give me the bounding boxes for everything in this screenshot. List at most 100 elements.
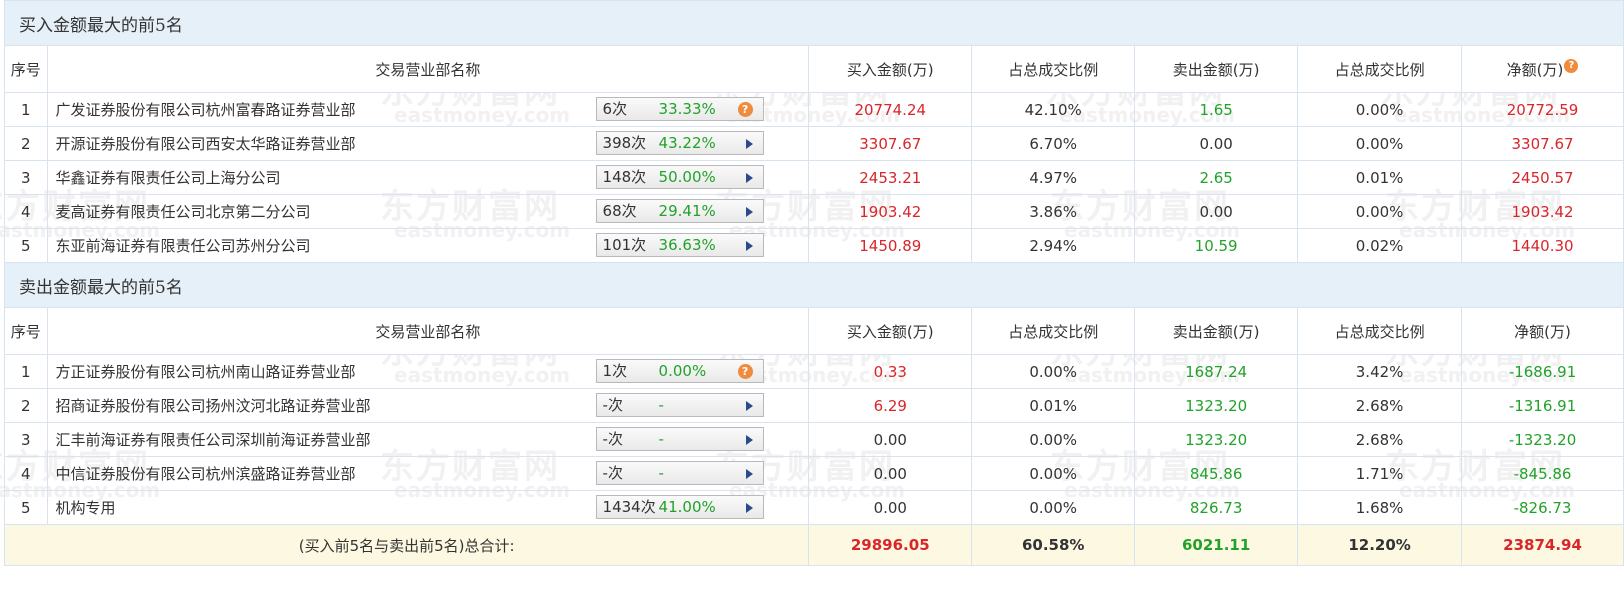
branch-cell: 东亚前海证券有限责任公司苏州分公司 101次 36.63%: [46, 228, 810, 263]
column-header: 净额(万): [1461, 307, 1624, 355]
play-arrow-icon[interactable]: [745, 469, 753, 479]
branch-win-rate: 50.00%: [658, 168, 716, 186]
column-header-label: 买入金额(万): [846, 322, 934, 341]
net-amount: 2450.57: [1461, 160, 1624, 195]
sell-amount: 2.65: [1134, 160, 1299, 195]
sell-ratio: 0.00%: [1297, 126, 1463, 161]
branch-stats-box[interactable]: 101次 36.63%: [595, 233, 764, 257]
sell-ratio: 0.00%: [1297, 194, 1463, 229]
branch-stats-box[interactable]: -次 -: [595, 393, 764, 417]
play-arrow-icon[interactable]: [745, 503, 753, 513]
branch-stats-box[interactable]: -次 -: [595, 427, 764, 451]
branch-trade-count: 398次: [602, 134, 647, 152]
buy-amount: 1903.42: [808, 194, 973, 229]
play-arrow-icon[interactable]: [745, 139, 753, 149]
buy-amount: 2453.21: [808, 160, 973, 195]
branch-trade-count: 68次: [602, 202, 637, 220]
play-arrow-icon[interactable]: [745, 435, 753, 445]
branch-stats-box[interactable]: -次 -: [595, 461, 764, 485]
sell-amount: 1323.20: [1134, 388, 1299, 423]
net-amount: 1440.30: [1461, 228, 1624, 263]
branch-name[interactable]: 麦高证券有限责任公司北京第二分公司: [56, 201, 311, 222]
help-icon[interactable]: ?: [737, 364, 753, 379]
branch-trade-count: 148次: [602, 168, 647, 186]
branch-win-rate: -: [658, 396, 664, 414]
billboard-panel: 东方财富网eastmoney.com东方财富网eastmoney.com东方财富…: [0, 0, 1624, 598]
row-index: 3: [4, 160, 48, 195]
net-amount: -845.86: [1461, 456, 1624, 491]
branch-cell: 麦高证券有限责任公司北京第二分公司 68次 29.41%: [46, 194, 810, 229]
play-arrow-icon[interactable]: [745, 401, 753, 411]
help-icon[interactable]: ?: [737, 102, 753, 117]
branch-name[interactable]: 汇丰前海证券有限责任公司深圳前海证券营业部: [56, 429, 371, 450]
branch-win-rate: -: [658, 430, 664, 448]
buy-amount: 6.29: [808, 388, 973, 423]
net-amount: -1316.91: [1461, 388, 1624, 423]
branch-cell: 中信证券股份有限公司杭州滨盛路证券营业部 -次 -: [46, 456, 810, 491]
branch-stats-box[interactable]: 1次 0.00%?: [595, 359, 764, 383]
branch-name[interactable]: 广发证券股份有限公司杭州富春路证券营业部: [56, 99, 356, 120]
buy-amount: 0.33: [808, 354, 973, 389]
branch-name[interactable]: 方正证券股份有限公司杭州南山路证券营业部: [56, 361, 356, 382]
total-net: 23874.94: [1461, 524, 1624, 566]
net-amount: -826.73: [1461, 490, 1624, 525]
sell-ratio: 3.42%: [1297, 354, 1463, 389]
sell-ratio: 0.01%: [1297, 160, 1463, 195]
branch-stats-box[interactable]: 1434次 41.00%: [595, 495, 764, 519]
branch-name[interactable]: 中信证券股份有限公司杭州滨盛路证券营业部: [56, 463, 356, 484]
column-header-label: 序号: [10, 60, 41, 79]
column-header-label: 卖出金额(万): [1172, 60, 1260, 79]
buy-ratio: 0.00%: [971, 422, 1136, 457]
branch-win-rate: 29.41%: [658, 202, 716, 220]
play-arrow-icon[interactable]: [745, 173, 753, 183]
buy-amount: 0.00: [808, 456, 973, 491]
sell-ratio: 0.00%: [1297, 92, 1463, 127]
section-title-row: 卖出金额最大的前5名: [4, 262, 1624, 308]
play-arrow-icon[interactable]: [745, 207, 753, 217]
branch-stats-box[interactable]: 6次 33.33%?: [595, 97, 764, 121]
column-header-label: 交易营业部名称: [375, 322, 481, 341]
column-header: 序号: [4, 307, 48, 355]
table-header-row: 序号 交易营业部名称 买入金额(万) 占总成交比例 卖出金额(万) 占总成交比例 净额(万): [4, 307, 1624, 355]
column-header-label: 占总成交比例: [1334, 322, 1425, 341]
branch-name[interactable]: 招商证券股份有限公司扬州汶河北路证券营业部: [56, 395, 371, 416]
column-header-label: 序号: [10, 322, 41, 341]
net-amount: 1903.42: [1461, 194, 1624, 229]
sell-ratio: 2.68%: [1297, 388, 1463, 423]
total-sell: 6021.11: [1134, 524, 1299, 566]
row-index: 3: [4, 422, 48, 457]
sell-amount: 10.59: [1134, 228, 1299, 263]
buy-amount: 3307.67: [808, 126, 973, 161]
help-icon[interactable]: ?: [1564, 58, 1579, 73]
column-header-label: 占总成交比例: [1008, 322, 1099, 341]
row-index: 2: [4, 388, 48, 423]
column-header-label: 净额(万): [1514, 322, 1571, 341]
table-row: 1 广发证券股份有限公司杭州富春路证券营业部 6次 33.33%? 20774.24 42…: [4, 92, 1624, 127]
branch-name[interactable]: 华鑫证券有限责任公司上海分公司: [56, 167, 281, 188]
column-header: 交易营业部名称: [46, 307, 810, 355]
branch-win-rate: 0.00%: [658, 362, 707, 380]
buy-ratio: 3.86%: [971, 194, 1136, 229]
column-header: 序号: [4, 45, 48, 93]
buy-amount: 0.00: [808, 490, 973, 525]
branch-name[interactable]: 开源证券股份有限公司西安太华路证券营业部: [56, 133, 356, 154]
branch-stats-box[interactable]: 148次 50.00%: [595, 165, 764, 189]
table-row: 2 开源证券股份有限公司西安太华路证券营业部 398次 43.22% 3307.67 6.…: [4, 126, 1624, 161]
row-index: 2: [4, 126, 48, 161]
branch-name[interactable]: 机构专用: [56, 497, 116, 518]
column-header-label: 占总成交比例: [1008, 60, 1099, 79]
buy-ratio: 4.97%: [971, 160, 1136, 195]
net-amount: 20772.59: [1461, 92, 1624, 127]
column-header: 占总成交比例: [971, 307, 1136, 355]
column-header-label: 占总成交比例: [1334, 60, 1425, 79]
branch-trade-count: 1次: [602, 362, 628, 380]
column-header: 占总成交比例: [971, 45, 1136, 93]
column-header: 占总成交比例: [1297, 307, 1463, 355]
branch-stats-box[interactable]: 68次 29.41%: [595, 199, 764, 223]
branch-win-rate: 43.22%: [658, 134, 716, 152]
table-row: 3 汇丰前海证券有限责任公司深圳前海证券营业部 -次 - 0.00 0.00% 1323.2…: [4, 422, 1624, 457]
play-arrow-icon[interactable]: [745, 241, 753, 251]
branch-name[interactable]: 东亚前海证券有限责任公司苏州分公司: [56, 235, 311, 256]
total-buy-ratio: 60.58%: [971, 524, 1136, 566]
branch-stats-box[interactable]: 398次 43.22%: [595, 131, 764, 155]
